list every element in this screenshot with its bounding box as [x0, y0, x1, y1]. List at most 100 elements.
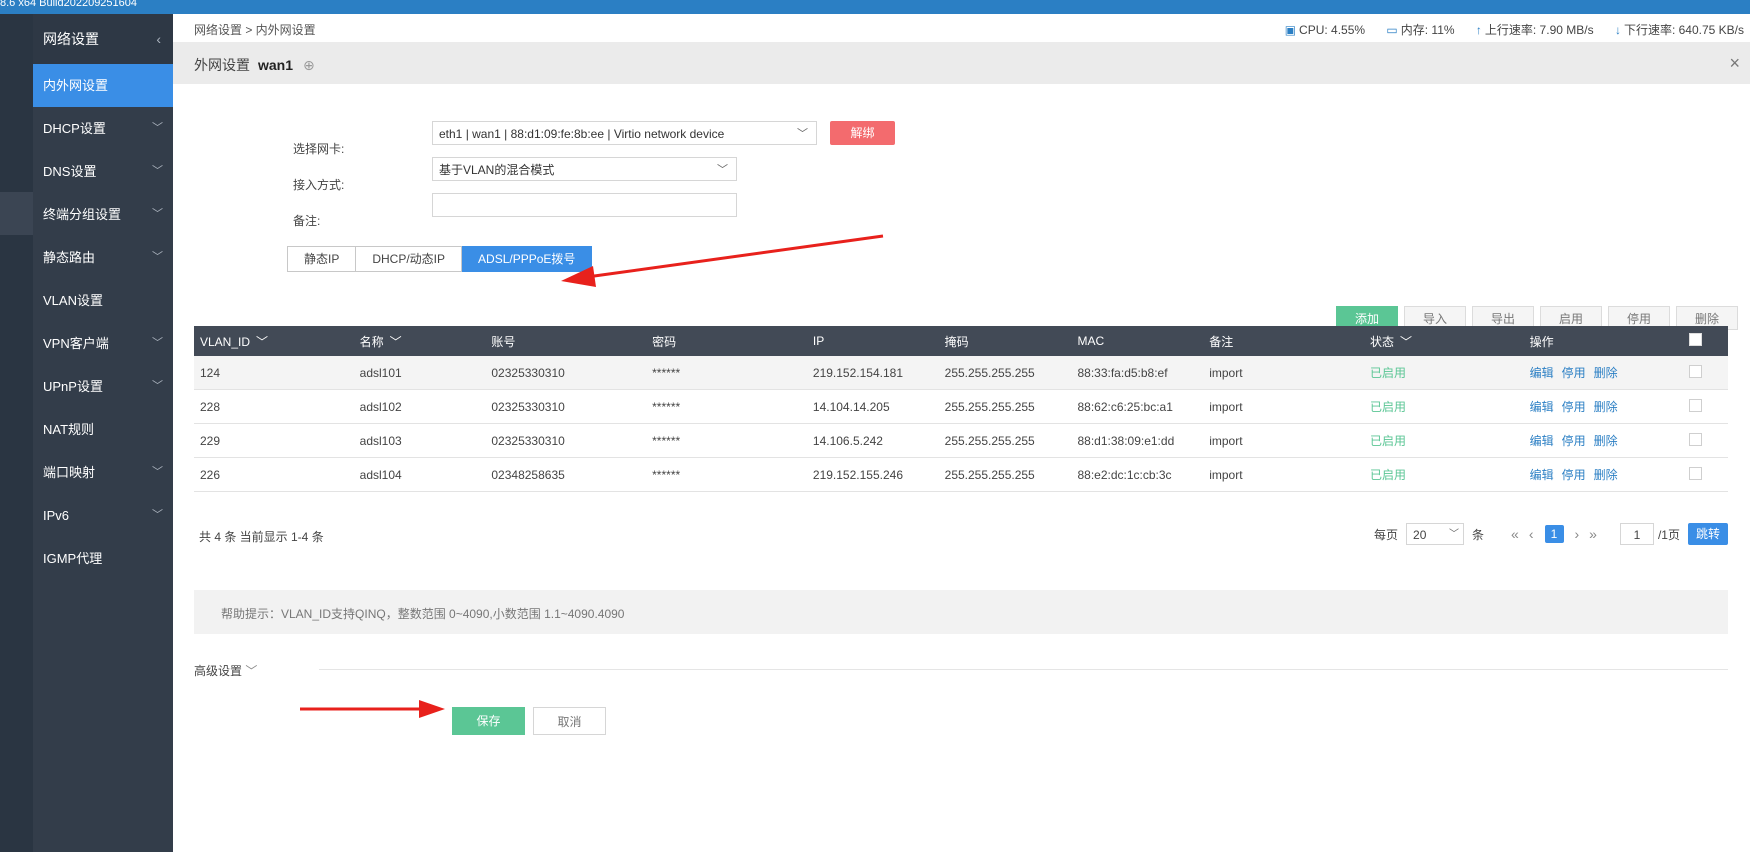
per-page-label: 每页 [1374, 527, 1399, 542]
header-row: 网络设置 > 内外网设置 ▣ CPU: 4.55% ▭ 内存: 11% ↑ 上行速率:… [173, 14, 1750, 42]
delete-row-link[interactable]: 删除 [1594, 468, 1618, 482]
pagination: 每页 20 ﹀ 条 « ‹ 1 › » 1 /1页 跳转 [1374, 523, 1728, 545]
cancel-button[interactable]: 取消 [533, 707, 606, 735]
unbind-button[interactable]: 解绑 [830, 121, 895, 145]
disable-row-link[interactable]: 停用 [1562, 468, 1586, 482]
sidebar-item-label: 终端分组设置 [43, 207, 122, 222]
column-header: 账号 [485, 326, 647, 356]
select-all-checkbox[interactable] [1689, 333, 1703, 346]
sidebar-title[interactable]: 网络设置 ‹ [33, 14, 173, 64]
cell-operations: 编辑 停用 删除 [1523, 457, 1684, 492]
cell-password: ****** [646, 356, 807, 390]
disable-row-link[interactable]: 停用 [1562, 366, 1586, 380]
table-row[interactable]: 226 adsl104 02348258635 ****** 219.152.155.2… [194, 457, 1728, 492]
column-header: 密码 [646, 326, 807, 356]
sidebar-item-0[interactable]: 内外网设置 [33, 64, 173, 107]
cell-vlan-id: 226 [194, 457, 354, 492]
nic-select[interactable]: eth1 | wan1 | 88:d1:09:fe:8b:ee | Virtio… [432, 121, 817, 145]
help-box: 帮助提示：VLAN_ID支持QINQ，整数范围 0~4090,小数范围 1.1~… [194, 590, 1728, 634]
edit-row-link[interactable]: 编辑 [1530, 468, 1554, 482]
cell-mask: 255.255.255.255 [938, 389, 1072, 424]
prev-page-icon[interactable]: ‹ [1529, 526, 1534, 542]
sidebar-item-10[interactable]: IPv6 ﹀ [33, 494, 173, 537]
table-row[interactable]: 229 adsl103 02325330310 ****** 14.106.5.242 2… [194, 423, 1728, 458]
disable-row-link[interactable]: 停用 [1562, 400, 1586, 414]
cell-vlan-id: 124 [194, 356, 354, 390]
advanced-settings-toggle[interactable]: 高级设置 ﹀ [194, 662, 257, 679]
sidebar-item-5[interactable]: VLAN设置 [33, 279, 173, 322]
edit-row-link[interactable]: 编辑 [1530, 400, 1554, 414]
panel-title-label: 外网设置 [194, 57, 250, 73]
sidebar-item-6[interactable]: VPN客户端 ﹀ [33, 322, 173, 365]
sidebar-item-label: VPN客户端 [43, 336, 109, 351]
edit-row-link[interactable]: 编辑 [1530, 434, 1554, 448]
delete-row-link[interactable]: 删除 [1594, 400, 1618, 414]
row-checkbox[interactable] [1689, 432, 1703, 446]
row-checkbox-cell [1683, 423, 1728, 458]
sidebar-item-7[interactable]: UPnP设置 ﹀ [33, 365, 173, 408]
tab-pppoe[interactable]: ADSL/PPPoE拨号 [462, 246, 593, 272]
jump-button[interactable]: 跳转 [1687, 523, 1728, 545]
tab-dhcp[interactable]: DHCP/动态IP [356, 246, 463, 272]
edit-row-link[interactable]: 编辑 [1530, 366, 1554, 380]
per-page-select[interactable]: 20 ﹀ [1406, 523, 1465, 545]
sidebar-item-8[interactable]: NAT规则 [33, 408, 173, 451]
build-text: 8.6 x64 Build202209251604 [0, 0, 138, 9]
disable-row-link[interactable]: 停用 [1562, 434, 1586, 448]
nic-select-value: eth1 | wan1 | 88:d1:09:fe:8b:ee | Virtio… [439, 127, 725, 141]
column-header[interactable]: 名称 ﹀ [353, 326, 486, 356]
chevron-left-icon[interactable]: ‹ [156, 14, 161, 64]
chevron-down-icon: ﹀ [152, 208, 163, 220]
cell-account: 02325330310 [485, 423, 647, 458]
plus-circle-icon[interactable]: ⊕ [303, 57, 315, 73]
cell-mask: 255.255.255.255 [938, 356, 1072, 390]
row-checkbox[interactable] [1689, 466, 1703, 480]
delete-row-link[interactable]: 删除 [1594, 366, 1618, 380]
cell-mac: 88:e2:dc:1c:cb:3c [1071, 457, 1204, 492]
column-header[interactable]: VLAN_ID ﹀ [194, 326, 354, 356]
table-row[interactable]: 228 adsl102 02325330310 ****** 14.104.14.205… [194, 389, 1728, 424]
first-page-icon[interactable]: « [1511, 526, 1519, 542]
memory-icon: ▭ [1386, 23, 1398, 37]
sidebar-item-1[interactable]: DHCP设置 ﹀ [33, 107, 173, 150]
access-mode-select[interactable]: 基于VLAN的混合模式 ﹀ [432, 157, 737, 181]
cell-mask: 255.255.255.255 [938, 423, 1072, 458]
sort-chevron-icon[interactable]: ﹀ [390, 335, 402, 349]
column-header-label: 掩码 [944, 334, 969, 349]
save-button[interactable]: 保存 [452, 707, 525, 735]
cell-account: 02348258635 [485, 457, 647, 492]
sidebar-item-4[interactable]: 静态路由 ﹀ [33, 236, 173, 279]
arrow-up-icon: ↑ [1475, 23, 1482, 37]
page-current[interactable]: 1 [1544, 525, 1564, 543]
tab-static-ip[interactable]: 静态IP [287, 246, 357, 272]
sort-chevron-icon[interactable]: ﹀ [256, 335, 268, 349]
sidebar-item-11[interactable]: IGMP代理 [33, 537, 173, 580]
cell-ip: 14.106.5.242 [806, 423, 939, 458]
cell-name: adsl103 [353, 423, 486, 458]
delete-row-link[interactable]: 删除 [1594, 434, 1618, 448]
note-label: 备注: [293, 214, 321, 228]
sidebar-item-3[interactable]: 终端分组设置 ﹀ [33, 193, 173, 236]
left-rail-highlight [0, 192, 33, 235]
next-page-icon[interactable]: › [1575, 526, 1580, 542]
row-checkbox-cell [1683, 356, 1728, 390]
column-header-label: 备注 [1209, 334, 1234, 349]
arrow-down-icon: ↓ [1614, 23, 1621, 37]
cpu-usage: CPU: 4.55% [1299, 23, 1366, 37]
sidebar-item-9[interactable]: 端口映射 ﹀ [33, 451, 173, 494]
table-row[interactable]: 124 adsl101 02325330310 ****** 219.152.154.1… [194, 356, 1728, 390]
cell-operations: 编辑 停用 删除 [1523, 423, 1684, 458]
column-header-label: 操作 [1529, 334, 1554, 349]
sort-chevron-icon[interactable]: ﹀ [1400, 335, 1412, 349]
page-jump-input[interactable]: 1 [1619, 523, 1654, 545]
sidebar-item-2[interactable]: DNS设置 ﹀ [33, 150, 173, 193]
note-input[interactable] [432, 193, 737, 217]
access-mode-label: 接入方式: [293, 178, 345, 192]
column-header[interactable]: 状态 ﹀ [1363, 326, 1524, 356]
last-page-icon[interactable]: » [1589, 526, 1597, 542]
row-checkbox[interactable] [1689, 398, 1703, 412]
cell-status: 已启用 [1363, 423, 1524, 458]
close-icon[interactable]: × [1729, 53, 1740, 74]
page-total: /1页 [1657, 527, 1680, 542]
row-checkbox[interactable] [1689, 364, 1703, 378]
